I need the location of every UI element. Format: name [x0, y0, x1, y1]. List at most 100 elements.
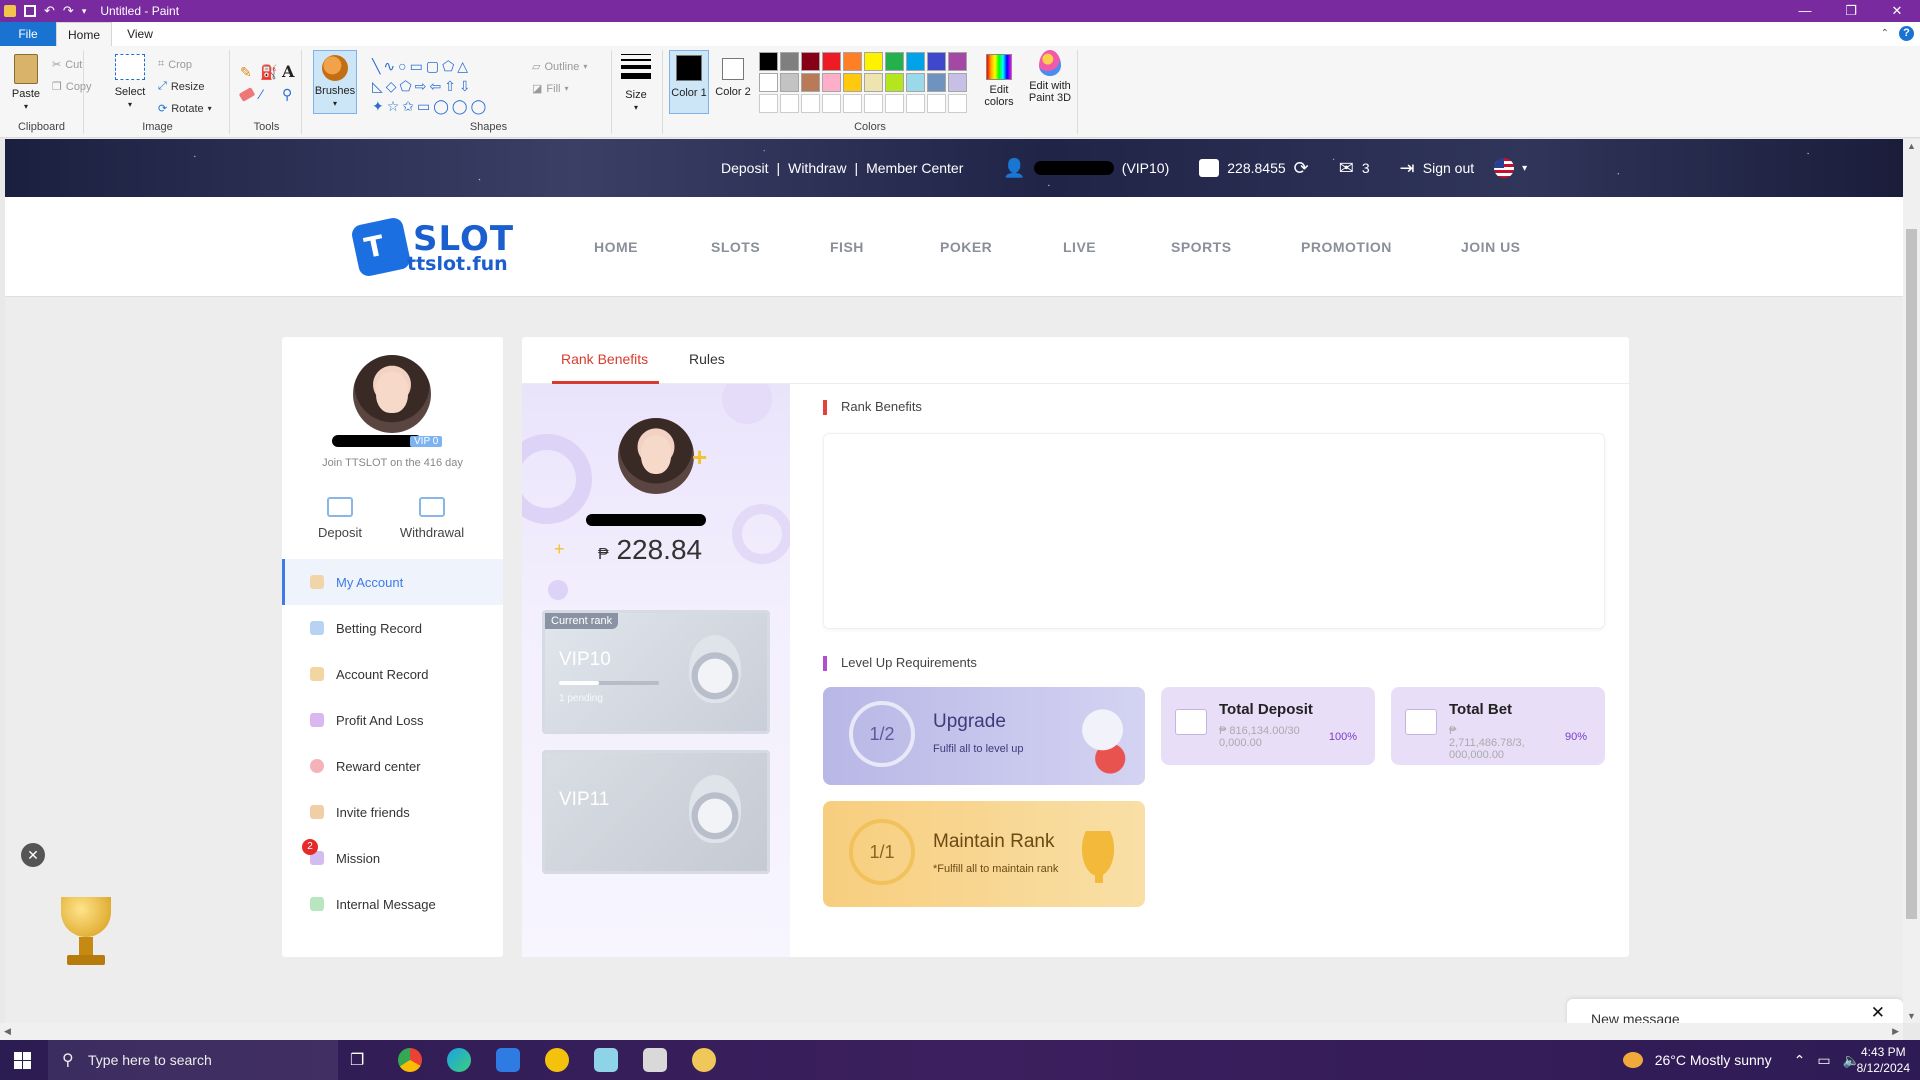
menu-live[interactable]: LIVE: [1063, 239, 1096, 255]
palette-empty-swatch[interactable]: [906, 94, 925, 113]
palette-swatch[interactable]: [843, 52, 862, 71]
palette-empty-swatch[interactable]: [801, 94, 820, 113]
mail-app-icon[interactable]: [496, 1048, 520, 1072]
help-icon[interactable]: ?: [1899, 26, 1914, 41]
palette-swatch[interactable]: [927, 52, 946, 71]
user-info[interactable]: 👤 (VIP10): [1003, 158, 1169, 179]
undo-icon[interactable]: ↶: [44, 3, 55, 19]
calculator-app-icon[interactable]: [643, 1048, 667, 1072]
sidebar-item-betting-record[interactable]: Betting Record: [282, 605, 503, 651]
palette-swatch[interactable]: [822, 52, 841, 71]
chrome-app-icon[interactable]: [398, 1048, 422, 1072]
text-icon[interactable]: A: [282, 62, 294, 81]
palette-swatch[interactable]: [948, 52, 967, 71]
palette-swatch[interactable]: [885, 52, 904, 71]
minimize-button[interactable]: —: [1782, 0, 1828, 22]
palette-swatch[interactable]: [780, 73, 799, 92]
scroll-right-icon[interactable]: ▶: [1892, 1026, 1899, 1037]
palette-swatch[interactable]: [843, 73, 862, 92]
palette-swatch[interactable]: [927, 73, 946, 92]
palette-empty-swatch[interactable]: [759, 94, 778, 113]
sidebar-item-account-record[interactable]: Account Record: [282, 651, 503, 697]
palette-swatch[interactable]: [801, 52, 820, 71]
maximize-button[interactable]: ❐: [1828, 0, 1874, 22]
resize-button[interactable]: ⤢ Resize: [158, 80, 204, 93]
color2-button[interactable]: Color 2: [713, 50, 753, 114]
norton-app-icon[interactable]: [545, 1048, 569, 1072]
menu-promotion[interactable]: PROMOTION: [1301, 239, 1392, 255]
palette-swatch[interactable]: [759, 52, 778, 71]
paint-app-taskbar-icon[interactable]: [692, 1048, 716, 1072]
avatar[interactable]: [353, 355, 431, 433]
close-icon[interactable]: ✕: [1871, 1003, 1885, 1023]
palette-swatch[interactable]: [906, 52, 925, 71]
sidebar-item-my-account[interactable]: My Account: [282, 559, 503, 605]
menu-home[interactable]: HOME: [594, 239, 638, 255]
trophy-widget-icon[interactable]: [45, 879, 125, 979]
tab-view[interactable]: View: [112, 22, 168, 46]
size-button[interactable]: Size ▾: [616, 50, 656, 114]
rotate-button[interactable]: ⟳ Rotate ▾: [158, 102, 212, 116]
network-icon[interactable]: ▭: [1817, 1052, 1830, 1069]
menu-poker[interactable]: POKER: [940, 239, 992, 255]
collapse-ribbon-icon[interactable]: ⌃: [1881, 28, 1889, 39]
paste-button[interactable]: Paste ▾: [8, 54, 44, 113]
sidebar-item-internal-message[interactable]: Internal Message: [282, 881, 503, 927]
fill-button[interactable]: ◪ Fill ▾: [532, 82, 568, 96]
sign-out-button[interactable]: ⇥ Sign out: [1400, 158, 1474, 179]
palette-empty-swatch[interactable]: [843, 94, 862, 113]
menu-fish[interactable]: FISH: [830, 239, 864, 255]
site-logo[interactable]: T SLOT ttslot.fun: [350, 216, 515, 278]
scroll-up-icon[interactable]: ▲: [1907, 141, 1916, 151]
customize-toolbar-icon[interactable]: ▾: [82, 6, 87, 17]
close-floating-widget-button[interactable]: ✕: [21, 843, 45, 867]
magnifier-icon[interactable]: ⚲: [282, 86, 292, 103]
select-button[interactable]: Select ▾: [112, 54, 148, 111]
palette-swatch[interactable]: [822, 73, 841, 92]
palette-empty-swatch[interactable]: [822, 94, 841, 113]
menu-slots[interactable]: SLOTS: [711, 239, 760, 255]
tab-rank-benefits[interactable]: Rank Benefits: [561, 351, 648, 367]
tab-rules[interactable]: Rules: [689, 351, 725, 367]
palette-empty-swatch[interactable]: [864, 94, 883, 113]
sidebar-withdrawal-button[interactable]: Withdrawal: [392, 497, 472, 540]
pencil-icon[interactable]: ✎: [240, 64, 252, 81]
close-button[interactable]: ✕: [1874, 0, 1920, 22]
sidebar-item-profit-and-loss[interactable]: Profit And Loss: [282, 697, 503, 743]
crop-button[interactable]: ⌗ Crop: [158, 58, 192, 71]
palette-swatch[interactable]: [885, 73, 904, 92]
palette-empty-swatch[interactable]: [927, 94, 946, 113]
new-message-popup[interactable]: New message ✕: [1567, 999, 1903, 1023]
palette-swatch[interactable]: [948, 73, 967, 92]
palette-swatch[interactable]: [864, 52, 883, 71]
vertical-scrollbar[interactable]: ▲ ▼: [1903, 139, 1920, 1023]
top-member-center-link[interactable]: Member Center: [866, 160, 963, 176]
palette-empty-swatch[interactable]: [780, 94, 799, 113]
menu-sports[interactable]: SPORTS: [1171, 239, 1232, 255]
palette-swatch[interactable]: [801, 73, 820, 92]
palette-swatch[interactable]: [759, 73, 778, 92]
redo-icon[interactable]: ↷: [63, 3, 74, 19]
taskbar-search-box[interactable]: ⚲ Type here to search: [48, 1040, 338, 1080]
palette-empty-swatch[interactable]: [885, 94, 904, 113]
scroll-down-icon[interactable]: ▼: [1907, 1011, 1916, 1021]
edit-colors-button[interactable]: Edit colors: [977, 50, 1021, 108]
fill-icon[interactable]: ⛽: [260, 64, 277, 81]
vertical-scroll-thumb[interactable]: [1906, 229, 1917, 919]
top-deposit-link[interactable]: Deposit: [721, 160, 768, 176]
task-view-icon[interactable]: ❐: [350, 1050, 364, 1070]
sidebar-item-reward-center[interactable]: Reward center: [282, 743, 503, 789]
save-icon[interactable]: [24, 5, 36, 17]
palette-swatch[interactable]: [780, 52, 799, 71]
eraser-icon[interactable]: [238, 87, 256, 102]
horizontal-scrollbar[interactable]: ◀ ▶: [0, 1023, 1903, 1040]
palette-swatch[interactable]: [864, 73, 883, 92]
sidebar-deposit-button[interactable]: Deposit: [312, 497, 368, 540]
color1-button[interactable]: Color 1: [669, 50, 709, 114]
sidebar-item-invite-friends[interactable]: Invite friends: [282, 789, 503, 835]
cut-button[interactable]: ✂ Cut: [52, 58, 82, 72]
tab-home[interactable]: Home: [56, 22, 112, 46]
refresh-icon[interactable]: ⟳: [1294, 158, 1309, 179]
windows-start-icon[interactable]: [14, 1052, 31, 1069]
mail-box[interactable]: ✉ 3: [1339, 158, 1370, 179]
